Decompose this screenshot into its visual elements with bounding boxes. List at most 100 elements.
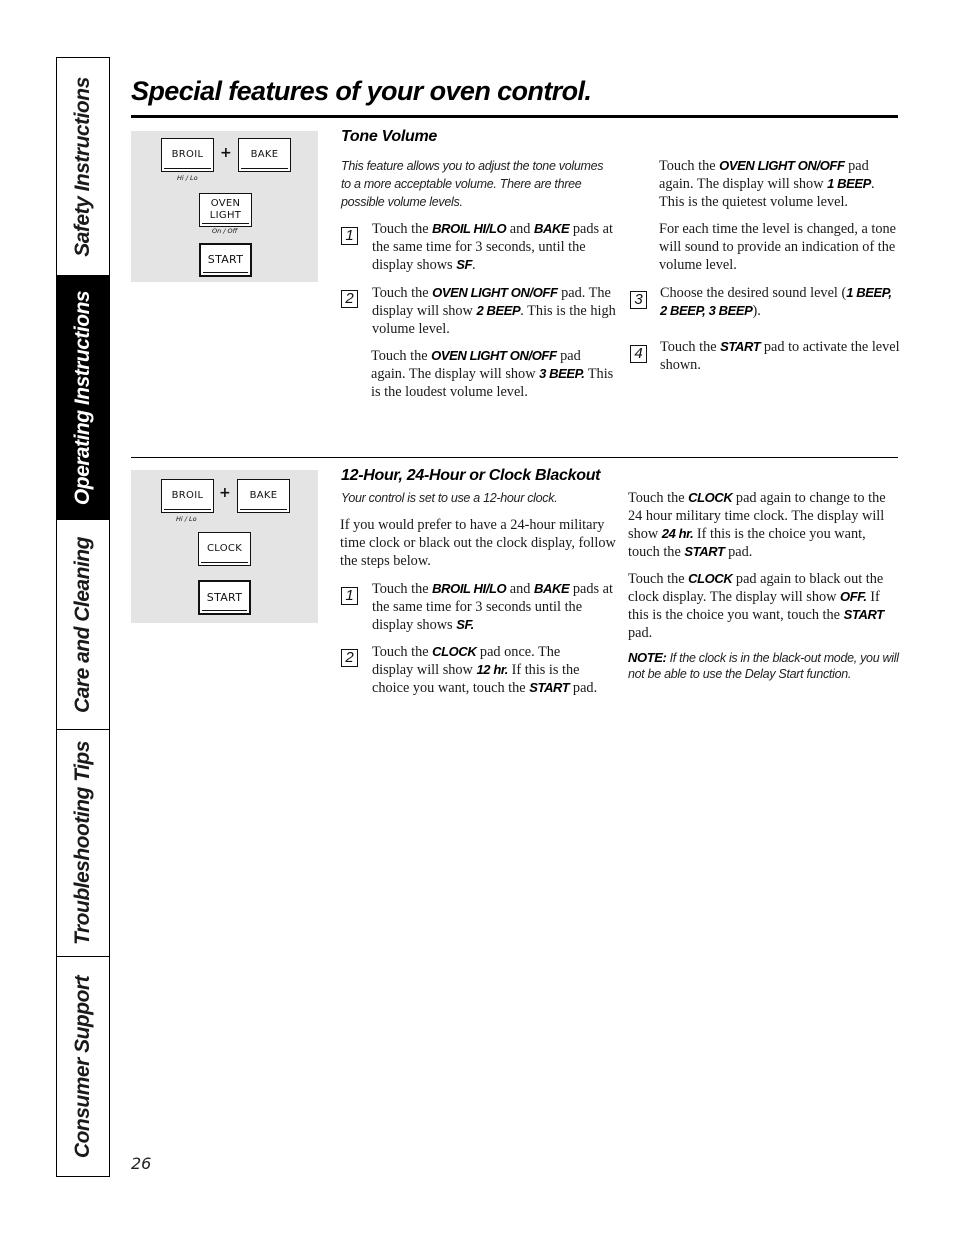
tab-operating-instructions[interactable]: Operating Instructions <box>57 276 109 520</box>
key-label: START <box>206 590 243 604</box>
text: pad. <box>569 680 598 696</box>
step-number: 4 <box>630 345 647 363</box>
key-name: BROIL HI/LO <box>432 581 507 596</box>
key-label: BAKE <box>250 149 279 160</box>
display-text: 12 hr. <box>476 662 509 677</box>
step-number: 2 <box>341 649 358 667</box>
section-tabs: Safety Instructions Operating Instructio… <box>56 57 110 1177</box>
step-number: 1 <box>341 227 358 245</box>
key-name: CLOCK <box>688 490 733 505</box>
key-label: LIGHT <box>209 210 242 221</box>
key-name: CLOCK <box>432 644 477 659</box>
note-text: If the clock is in the black-out mode, y… <box>628 651 899 681</box>
tone-step-3: Choose the desired sound level (1 BEEP, … <box>660 284 900 320</box>
broil-key: BROIL <box>161 479 214 513</box>
tone-volume-intro: This feature allows you to adjust the to… <box>341 159 604 209</box>
key-label: BAKE <box>249 490 278 501</box>
key-name: BROIL HI/LO <box>432 221 507 236</box>
clock-step-2: Touch the CLOCK pad once. The display wi… <box>372 643 602 697</box>
text: Touch the <box>372 644 433 660</box>
bake-key: BAKE <box>237 479 290 513</box>
start-key: START <box>198 580 251 615</box>
key-label: START <box>207 253 244 266</box>
key-name: START <box>684 544 725 559</box>
start-key: START <box>199 243 252 277</box>
step-number: 1 <box>341 587 358 605</box>
key-name: BAKE <box>534 581 570 596</box>
tone-step-4: Touch the START pad to activate the leve… <box>660 338 900 374</box>
page-number: 26 <box>131 1154 152 1173</box>
clock-24-hour-option: Touch the CLOCK pad again to change to t… <box>628 489 900 561</box>
tone-step-1: Touch the BROIL HI/LO and BAKE pads at t… <box>372 220 617 274</box>
clock-step-1: Touch the BROIL HI/LO and BAKE pads at t… <box>372 580 617 634</box>
key-name: START <box>843 607 885 622</box>
tab-care-and-cleaning[interactable]: Care and Cleaning <box>57 520 109 730</box>
display-text: SF <box>456 257 473 272</box>
text: ). <box>752 303 761 319</box>
text: Touch the <box>628 490 689 506</box>
clock-key: CLOCK <box>198 532 251 566</box>
key-name: OVEN LIGHT ON/OFF <box>432 285 558 300</box>
key-name: START <box>720 339 761 354</box>
key-name: OVEN LIGHT ON/OFF <box>431 348 557 363</box>
broil-key: BROIL <box>161 138 214 172</box>
tone-volume-heading: Tone Volume <box>341 128 437 145</box>
tab-consumer-support[interactable]: Consumer Support <box>57 957 109 1176</box>
tone-step-2: Touch the OVEN LIGHT ON/OFF pad. The dis… <box>372 284 617 338</box>
tab-safety-instructions[interactable]: Safety Instructions <box>57 58 109 276</box>
broil-sublabel: Hi / Lo <box>177 174 198 182</box>
key-name: CLOCK <box>688 571 733 586</box>
display-text: 3 BEEP. <box>539 366 585 381</box>
key-name: BAKE <box>534 221 570 236</box>
section-divider <box>131 457 898 458</box>
bake-key: BAKE <box>238 138 291 172</box>
text: pad. <box>628 625 653 641</box>
tab-label: Troubleshooting Tips <box>71 741 95 945</box>
text: and <box>506 581 535 597</box>
key-label: OVEN <box>210 198 241 209</box>
plus-sign: + <box>220 145 232 161</box>
text: Touch the <box>372 285 433 301</box>
text: Touch the <box>372 221 433 237</box>
text: Touch the <box>660 339 721 355</box>
clock-heading: 12-Hour, 24-Hour or Clock Blackout <box>341 467 601 484</box>
step-number: 3 <box>630 291 647 309</box>
step-number: 2 <box>341 290 358 308</box>
title-rule <box>131 115 898 118</box>
tab-label: Operating Instructions <box>71 290 94 505</box>
text: and <box>506 221 535 237</box>
key-label: BROIL <box>171 490 204 501</box>
text: Touch the <box>628 571 689 587</box>
clock-note: NOTE: If the clock is in the black-out m… <box>628 650 900 682</box>
key-label: CLOCK <box>206 543 243 554</box>
clock-blackout-option: Touch the CLOCK pad again to black out t… <box>628 570 900 642</box>
text: Touch the <box>371 348 432 364</box>
text: Choose the desired sound level ( <box>660 285 847 301</box>
text: . <box>472 257 476 273</box>
clock-subtitle: Your control is set to use a 12-hour clo… <box>341 491 558 505</box>
page-title: Special features of your oven control. <box>131 76 592 106</box>
key-name: OVEN LIGHT ON/OFF <box>719 158 845 173</box>
clock-keypad-illustration: BROIL + BAKE Hi / Lo CLOCK START <box>131 470 318 623</box>
broil-sublabel: Hi / Lo <box>176 515 197 523</box>
key-name: START <box>529 680 570 695</box>
text: For each time the level is changed, a to… <box>659 221 897 273</box>
text: pad. <box>724 544 753 560</box>
text: Touch the <box>659 158 720 174</box>
tone-level-indication: For each time the level is changed, a to… <box>659 220 899 274</box>
display-text: 24 hr. <box>661 526 694 541</box>
oven-light-sublabel: On / Off <box>212 227 238 235</box>
clock-intro: If you would prefer to have a 24-hour mi… <box>340 517 616 569</box>
tone-keypad-illustration: BROIL + BAKE Hi / Lo OVEN LIGHT On / Off… <box>131 131 318 282</box>
display-text: 2 BEEP <box>476 303 521 318</box>
key-label: BROIL <box>171 149 204 160</box>
plus-sign: + <box>219 485 231 501</box>
tone-step-2-continued: Touch the OVEN LIGHT ON/OFF pad again. T… <box>371 347 616 401</box>
tab-troubleshooting-tips[interactable]: Troubleshooting Tips <box>57 730 109 957</box>
display-text: OFF. <box>840 589 867 604</box>
oven-light-key: OVEN LIGHT <box>199 193 252 227</box>
display-text: SF. <box>456 617 474 632</box>
note-label: NOTE: <box>628 650 667 665</box>
tone-step-2-quietest: Touch the OVEN LIGHT ON/OFF pad again. T… <box>659 157 899 211</box>
display-text: 1 BEEP <box>827 176 871 191</box>
